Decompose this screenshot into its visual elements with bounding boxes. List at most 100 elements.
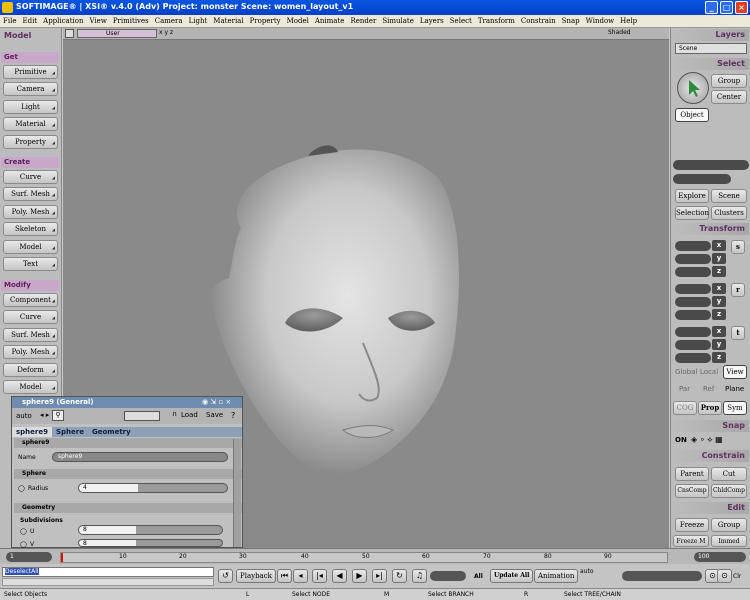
selection-button[interactable]: Selection	[675, 206, 709, 220]
menu-edit[interactable]: Edit	[19, 15, 40, 25]
model-module-title[interactable]: Model	[1, 30, 59, 41]
timeline[interactable]: 1 10 20 30 40 50 60 70 80 90 100	[0, 548, 750, 564]
clr-button[interactable]: Clr	[733, 573, 741, 580]
modify-surf-mesh-button[interactable]: Surf. Mesh	[3, 328, 58, 342]
animation-menu[interactable]: Animation	[534, 569, 579, 583]
preset-selector[interactable]: auto	[16, 412, 32, 420]
next-frame-button[interactable]: ▸|	[372, 569, 387, 583]
prop-toggle[interactable]: Prop	[698, 401, 722, 415]
rotate-y-field[interactable]	[675, 297, 711, 307]
freeze-button[interactable]: Freeze	[675, 518, 709, 532]
load-button[interactable]: Load	[181, 411, 198, 419]
menu-simulate[interactable]: Simulate	[379, 15, 417, 25]
play-back-button[interactable]: ◀	[332, 569, 347, 583]
snap-header[interactable]: Snap	[673, 420, 749, 432]
create-poly-mesh-button[interactable]: Poly. Mesh	[3, 205, 58, 219]
snap-mode-icons[interactable]: ◈ ∘ ⟡ ▦	[691, 435, 723, 445]
cog-toggle[interactable]: COG	[673, 401, 697, 415]
minimize-button[interactable]: _	[705, 1, 718, 14]
first-frame-button[interactable]: ⏮	[277, 569, 292, 583]
timeline-end-field[interactable]: 100	[694, 552, 746, 562]
name-field[interactable]: sphere9	[52, 452, 228, 462]
edit-header[interactable]: Edit	[673, 502, 749, 514]
create-curve-button[interactable]: Curve	[3, 170, 58, 184]
menu-property[interactable]: Property	[247, 15, 284, 25]
u-animation-icon[interactable]: ◯	[20, 528, 27, 535]
translate-z-field[interactable]	[675, 353, 711, 363]
scale-tool-button[interactable]: s	[731, 240, 745, 254]
translate-x-field[interactable]	[675, 327, 711, 337]
load-icon[interactable]: ∩	[172, 410, 177, 418]
select-center-button[interactable]: Center	[711, 90, 747, 104]
menu-snap[interactable]: Snap	[559, 15, 583, 25]
select-header[interactable]: Select	[673, 58, 749, 70]
rotate-z-field[interactable]	[675, 310, 711, 320]
property-editor-scrollbar[interactable]	[233, 439, 241, 547]
select-group-button[interactable]: Group	[711, 74, 747, 88]
rotate-x-button[interactable]: x	[712, 283, 726, 294]
menu-view[interactable]: View	[87, 15, 110, 25]
timeline-start-field[interactable]: 1	[6, 552, 52, 562]
menu-camera[interactable]: Camera	[152, 15, 186, 25]
select-arrow-button[interactable]	[677, 72, 709, 104]
rotate-x-field[interactable]	[675, 284, 711, 294]
translate-z-button[interactable]: z	[712, 352, 726, 363]
scale-z-field[interactable]	[675, 267, 711, 277]
sound-button[interactable]: ♫	[412, 569, 427, 583]
modify-model-button[interactable]: Model	[3, 380, 58, 394]
create-skeleton-button[interactable]: Skeleton	[3, 222, 58, 236]
menu-primitives[interactable]: Primitives	[110, 15, 152, 25]
layer-selector[interactable]: Scene	[675, 43, 747, 54]
immed-button[interactable]: Immed	[711, 535, 747, 547]
tab-geometry[interactable]: Geometry	[88, 427, 135, 437]
command-line[interactable]: DeselectAll	[2, 567, 214, 577]
section-sphere9[interactable]: sphere9	[14, 438, 242, 448]
viewport-maximize-icon[interactable]	[65, 29, 74, 38]
rotate-tool-button[interactable]: r	[731, 283, 745, 297]
prev-key-button[interactable]: ◂	[293, 569, 308, 583]
local-toggle[interactable]: Local	[700, 368, 718, 376]
menu-help[interactable]: Help	[617, 15, 640, 25]
viewport-shading-menu[interactable]: Shaded	[608, 29, 648, 38]
menu-file[interactable]: File	[0, 15, 19, 25]
scale-y-field[interactable]	[675, 254, 711, 264]
filter-field[interactable]	[673, 174, 731, 184]
section-geometry[interactable]: Geometry	[14, 503, 242, 513]
u-slider[interactable]: 8	[78, 525, 223, 535]
scale-x-field[interactable]	[675, 241, 711, 251]
plane-toggle[interactable]: Plane	[725, 385, 744, 393]
update-all-button[interactable]: Update All	[490, 569, 534, 583]
clusters-button[interactable]: Clusters	[711, 206, 747, 220]
translate-y-button[interactable]: y	[712, 339, 726, 350]
menu-constrain[interactable]: Constrain	[518, 15, 559, 25]
modify-component-button[interactable]: Component	[3, 293, 58, 307]
radius-slider[interactable]: 4	[78, 483, 228, 493]
get-light-button[interactable]: Light	[3, 100, 58, 114]
close-button[interactable]: ×	[735, 1, 748, 14]
get-primitive-button[interactable]: Primitive	[3, 65, 58, 79]
transform-header[interactable]: Transform	[673, 223, 749, 235]
rotate-y-button[interactable]: y	[712, 296, 726, 307]
key-field[interactable]	[622, 571, 702, 581]
modify-curve-button[interactable]: Curve	[3, 310, 58, 324]
get-camera-button[interactable]: Camera	[3, 82, 58, 96]
selection-field[interactable]	[673, 160, 749, 170]
cut-button[interactable]: Cut	[711, 467, 747, 481]
viewport-camera-menu[interactable]: User	[77, 29, 157, 38]
modify-poly-mesh-button[interactable]: Poly. Mesh	[3, 345, 58, 359]
menu-animate[interactable]: Animate	[312, 15, 348, 25]
menu-select[interactable]: Select	[447, 15, 475, 25]
constrain-header[interactable]: Constrain	[673, 450, 749, 462]
modify-deform-button[interactable]: Deform	[3, 363, 58, 377]
cnscomp-button[interactable]: CnsComp	[675, 484, 709, 498]
playhead[interactable]	[61, 553, 63, 562]
editor-mode-buttons[interactable]	[124, 411, 160, 421]
frame-field[interactable]	[430, 571, 466, 581]
key-set-icon[interactable]: ⊙	[717, 569, 732, 583]
create-model-button[interactable]: Model	[3, 240, 58, 254]
global-toggle[interactable]: Global	[675, 368, 697, 376]
translate-y-field[interactable]	[675, 340, 711, 350]
freeze-m-button[interactable]: Freeze M	[673, 535, 709, 547]
view-toggle[interactable]: View	[723, 365, 747, 379]
layers-header[interactable]: Layers	[673, 29, 749, 41]
